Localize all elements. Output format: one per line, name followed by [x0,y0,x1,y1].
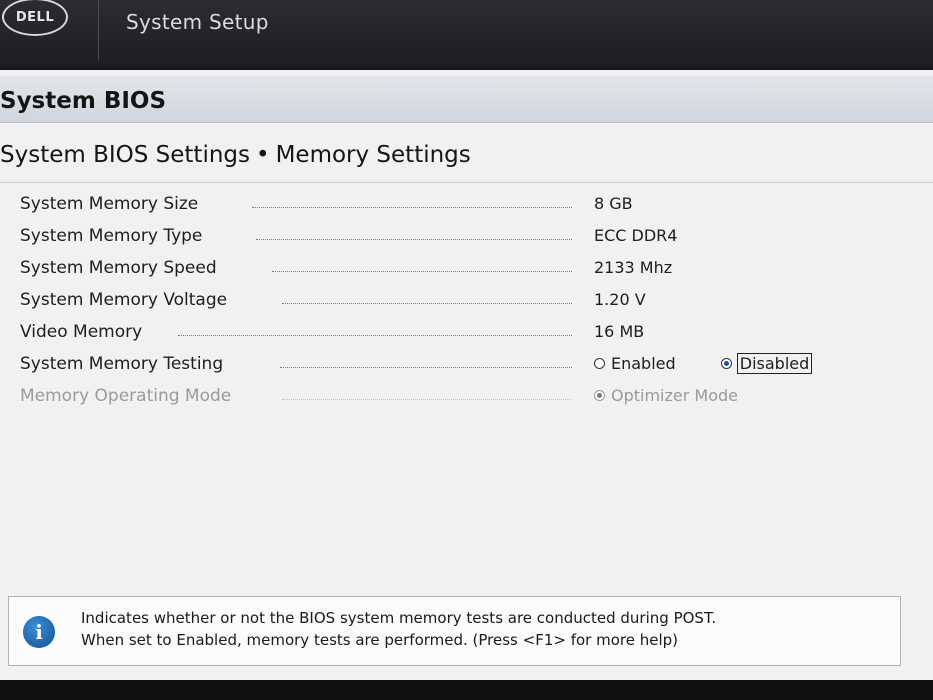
title-bar: DELL System Setup [0,0,933,66]
setting-label: System Memory Speed [20,258,217,278]
setting-label: System Memory Type [20,226,203,246]
setting-row-memory-speed: System Memory Speed 2133 Mhz [20,252,900,284]
setting-label: Video Memory [20,322,143,342]
settings-list: System Memory Size 8 GB System Memory Ty… [20,188,900,412]
radio-checked-icon [594,390,605,401]
header-band: System BIOS [0,76,933,123]
dotted-leader [178,335,572,336]
setting-value: 16 MB [594,322,645,341]
page-title: System BIOS [0,88,167,114]
radio-group-memory-testing: Enabled Disabled [594,353,851,374]
dell-logo: DELL [2,0,68,36]
setting-row-memory-testing: System Memory Testing Enabled Disabled [20,348,900,380]
setting-label: System Memory Testing [20,354,224,374]
dotted-leader [280,367,572,368]
help-panel: i Indicates whether or not the BIOS syst… [8,596,901,666]
setting-label: System Memory Size [20,194,199,214]
setting-row-memory-size: System Memory Size 8 GB [20,188,900,220]
help-text: Indicates whether or not the BIOS system… [81,607,716,651]
breadcrumb-separator: • [256,142,270,168]
divider [98,0,99,60]
setup-screen: System BIOS System BIOS Settings • Memory … [0,70,933,680]
setting-row-operating-mode: Memory Operating Mode Optimizer Mode [20,380,900,412]
radio-label-enabled[interactable]: Enabled [611,354,676,373]
radio-label-optimizer: Optimizer Mode [611,386,738,405]
setting-label: Memory Operating Mode [20,386,232,406]
dotted-leader [282,399,572,400]
radio-label-disabled[interactable]: Disabled [736,353,813,374]
dotted-leader [256,239,572,240]
radio-option-optimizer: Optimizer Mode [594,386,738,405]
help-line-2: When set to Enabled, memory tests are pe… [81,631,679,649]
setting-row-memory-voltage: System Memory Voltage 1.20 V [20,284,900,316]
app-title: System Setup [126,10,269,34]
bottom-bezel [0,680,933,700]
setting-row-memory-type: System Memory Type ECC DDR4 [20,220,900,252]
breadcrumb: System BIOS Settings • Memory Settings [0,142,471,168]
setting-row-video-memory: Video Memory 16 MB [20,316,900,348]
radio-option-enabled[interactable]: Enabled [594,354,676,373]
breadcrumb-divider [0,182,933,183]
setting-value: ECC DDR4 [594,226,678,245]
radio-option-disabled[interactable]: Disabled [720,353,813,374]
setting-label: System Memory Voltage [20,290,228,310]
setting-value: 2133 Mhz [594,258,673,277]
radio-unchecked-icon[interactable] [594,358,605,369]
radio-group-operating-mode: Optimizer Mode [594,386,778,405]
setting-value: 1.20 V [594,290,646,309]
breadcrumb-parent[interactable]: System BIOS Settings [0,142,250,168]
dotted-leader [272,271,572,272]
setting-value: 8 GB [594,194,633,213]
dotted-leader [252,207,572,208]
dotted-leader [282,303,572,304]
info-icon: i [23,616,55,648]
breadcrumb-current: Memory Settings [275,142,471,168]
help-line-1: Indicates whether or not the BIOS system… [81,609,717,627]
radio-checked-icon[interactable] [720,358,732,369]
